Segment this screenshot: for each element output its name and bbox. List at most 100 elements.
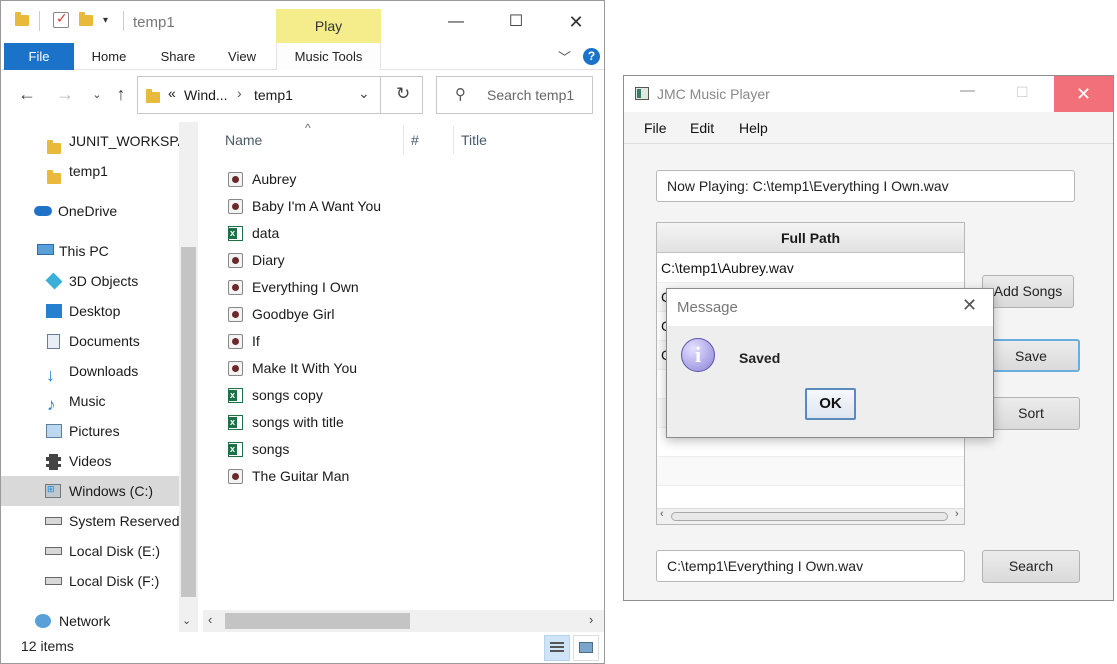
tab-view[interactable]: View bbox=[219, 43, 265, 70]
now-playing-field[interactable]: Now Playing: C:\temp1\Everything I Own.w… bbox=[656, 170, 1075, 202]
maximize-button[interactable]: ☐ bbox=[1016, 84, 1029, 101]
item-count: 12 items bbox=[21, 638, 74, 654]
breadcrumb-parent[interactable]: Wind... bbox=[184, 87, 228, 103]
documents-icon bbox=[47, 334, 60, 349]
search-input[interactable]: ⚲ Search temp1 bbox=[436, 76, 593, 114]
file-row[interactable]: If bbox=[225, 328, 425, 355]
nav-item-onedrive[interactable]: OneDrive bbox=[1, 196, 179, 226]
tab-share[interactable]: Share bbox=[153, 43, 203, 70]
nav-item-3d-objects[interactable]: 3D Objects bbox=[1, 266, 179, 296]
nav-item-system-reserved[interactable]: System Reserved bbox=[1, 506, 179, 536]
nav-item-this-pc[interactable]: This PC bbox=[1, 236, 179, 266]
address-overflow[interactable]: « bbox=[168, 85, 176, 101]
help-icon[interactable]: ? bbox=[583, 48, 600, 65]
navigation-pane: JUNIT_WORKSPA temp1 OneDrive This PC 3D … bbox=[1, 122, 199, 632]
nav-scrollbar-thumb[interactable] bbox=[181, 247, 196, 597]
refresh-icon[interactable]: ↻ bbox=[396, 84, 410, 104]
search-button[interactable]: Search bbox=[982, 550, 1080, 583]
breadcrumb-chevron-icon[interactable]: › bbox=[237, 85, 242, 101]
file-row[interactable]: Everything I Own bbox=[225, 274, 425, 301]
excel-file-icon bbox=[228, 442, 243, 457]
properties-checkbox-icon[interactable]: ✓ bbox=[53, 10, 69, 28]
quick-access-dropdown-icon[interactable]: ▾ bbox=[103, 13, 117, 29]
search-field[interactable]: C:\temp1\Everything I Own.wav bbox=[656, 550, 965, 582]
scroll-left-icon[interactable]: ‹ bbox=[660, 508, 664, 520]
horizontal-scrollbar-thumb[interactable] bbox=[225, 613, 410, 629]
nav-item-documents[interactable]: Documents bbox=[1, 326, 179, 356]
file-row[interactable]: data bbox=[225, 220, 425, 247]
back-arrow-icon[interactable]: ← bbox=[17, 84, 37, 105]
up-arrow-icon[interactable]: ↑ bbox=[111, 84, 131, 105]
scroll-down-icon[interactable]: ⌄ bbox=[182, 614, 191, 627]
column-separator[interactable] bbox=[453, 126, 454, 154]
close-button[interactable]: ✕ bbox=[1054, 76, 1113, 112]
horizontal-scrollbar[interactable]: ‹ › bbox=[203, 610, 604, 632]
details-view-icon[interactable] bbox=[544, 635, 570, 661]
folder-icon bbox=[15, 12, 29, 29]
address-bar[interactable]: « Wind... › temp1 ⌄ ↻ bbox=[137, 76, 423, 114]
large-icons-view-icon[interactable] bbox=[573, 635, 599, 661]
save-button[interactable]: Save bbox=[982, 339, 1080, 372]
nav-item-downloads[interactable]: ↓ Downloads bbox=[1, 356, 179, 386]
ribbon-tabs: File Home Share View Music Tools ﹀ ? bbox=[1, 43, 604, 70]
table-horizontal-scrollbar[interactable]: ‹ › bbox=[657, 508, 964, 524]
file-row[interactable]: Baby I'm A Want You bbox=[225, 193, 425, 220]
info-icon: i bbox=[681, 338, 715, 372]
table-scrollbar-thumb[interactable] bbox=[671, 512, 948, 521]
table-header-full-path[interactable]: Full Path bbox=[657, 223, 964, 253]
tab-music-tools[interactable]: Music Tools bbox=[276, 43, 381, 70]
scroll-right-icon[interactable]: › bbox=[589, 612, 593, 627]
excel-file-icon bbox=[228, 415, 243, 430]
forward-arrow-icon[interactable]: → bbox=[55, 84, 75, 105]
file-row[interactable]: Diary bbox=[225, 247, 425, 274]
breadcrumb-current[interactable]: temp1 bbox=[254, 87, 293, 103]
menu-file[interactable]: File bbox=[644, 120, 667, 136]
address-dropdown-icon[interactable]: ⌄ bbox=[358, 85, 370, 102]
nav-item-temp1[interactable]: temp1 bbox=[1, 156, 179, 186]
nav-item-local-disk-f[interactable]: Local Disk (F:) bbox=[1, 566, 179, 596]
search-icon: ⚲ bbox=[455, 86, 466, 103]
ok-button[interactable]: OK bbox=[805, 388, 856, 420]
address-row: ← → ⌄ ↑ « Wind... › temp1 ⌄ ↻ ⚲ Search t… bbox=[1, 70, 604, 122]
recent-locations-icon[interactable]: ⌄ bbox=[87, 88, 107, 101]
add-songs-button[interactable]: Add Songs bbox=[982, 275, 1074, 308]
expand-ribbon-icon[interactable]: ﹀ bbox=[558, 47, 571, 66]
column-header-number[interactable]: # bbox=[411, 132, 419, 148]
nav-item-local-disk-e[interactable]: Local Disk (E:) bbox=[1, 536, 179, 566]
column-header-name[interactable]: Name bbox=[225, 132, 262, 148]
file-row[interactable]: Aubrey bbox=[225, 166, 425, 193]
nav-item-videos[interactable]: Videos bbox=[1, 446, 179, 476]
column-separator[interactable] bbox=[403, 126, 404, 154]
file-row[interactable]: Make It With You bbox=[225, 355, 425, 382]
file-row[interactable]: songs bbox=[225, 436, 425, 463]
tab-home[interactable]: Home bbox=[83, 43, 135, 70]
minimize-button[interactable]: — bbox=[441, 11, 471, 33]
scroll-left-icon[interactable]: ‹ bbox=[208, 612, 212, 627]
maximize-button[interactable]: ☐ bbox=[501, 11, 531, 33]
new-folder-icon[interactable] bbox=[79, 12, 93, 29]
menu-help[interactable]: Help bbox=[739, 120, 768, 136]
audio-file-icon bbox=[228, 253, 243, 268]
contextual-tab-play[interactable]: Play bbox=[276, 9, 381, 43]
nav-item-pictures[interactable]: Pictures bbox=[1, 416, 179, 446]
minimize-button[interactable]: — bbox=[960, 82, 975, 99]
excel-file-icon bbox=[228, 226, 243, 241]
tab-file[interactable]: File bbox=[4, 43, 74, 70]
nav-item-music[interactable]: ♪ Music bbox=[1, 386, 179, 416]
column-header-title[interactable]: Title bbox=[461, 132, 487, 148]
nav-item-desktop[interactable]: Desktop bbox=[1, 296, 179, 326]
file-row[interactable]: songs copy bbox=[225, 382, 425, 409]
nav-item-junit-workspace[interactable]: JUNIT_WORKSPA bbox=[1, 126, 179, 156]
nav-item-windows-c[interactable]: ⊞ Windows (C:) bbox=[1, 476, 179, 506]
file-row[interactable]: Goodbye Girl bbox=[225, 301, 425, 328]
menu-edit[interactable]: Edit bbox=[690, 120, 714, 136]
nav-scrollbar[interactable]: ⌄ bbox=[179, 122, 198, 632]
file-list-pane: ^ Name # Title Aubrey Baby I'm A Want Yo… bbox=[203, 121, 604, 632]
sort-button[interactable]: Sort bbox=[982, 397, 1080, 430]
scroll-right-icon[interactable]: › bbox=[955, 508, 959, 520]
close-button[interactable]: ✕ bbox=[561, 11, 591, 33]
file-row[interactable]: The Guitar Man bbox=[225, 463, 425, 490]
file-row[interactable]: songs with title bbox=[225, 409, 425, 436]
table-row[interactable]: C:\temp1\Aubrey.wav bbox=[657, 254, 964, 283]
close-icon[interactable]: ✕ bbox=[962, 295, 977, 316]
